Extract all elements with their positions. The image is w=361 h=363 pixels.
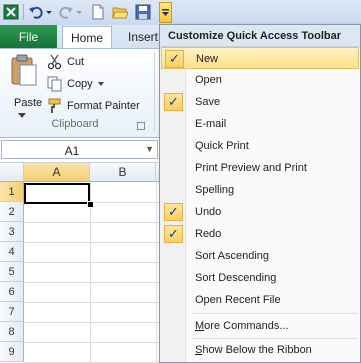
menu-item-label: Sort Descending — [195, 272, 277, 284]
chevron-down-icon[interactable]: ▼ — [145, 144, 154, 154]
menu-item-label: Print Preview and Print — [195, 162, 307, 174]
scissors-icon — [47, 54, 62, 70]
undo-dropdown-icon[interactable] — [45, 4, 53, 20]
menu-item-sort-descending[interactable]: Sort Descending — [161, 267, 359, 289]
tab-home[interactable]: Home — [62, 26, 112, 48]
paste-icon — [11, 54, 37, 86]
new-document-icon[interactable] — [90, 4, 106, 20]
dialog-launcher-icon[interactable] — [137, 122, 145, 130]
menu-item-label: Spelling — [195, 184, 235, 196]
menu-item-open[interactable]: Open — [161, 69, 359, 91]
name-box[interactable]: A1 ▼ — [1, 140, 158, 159]
menu-item-more-commands[interactable]: More Commands... — [161, 315, 359, 337]
checkmark-icon: ✓ — [165, 50, 184, 68]
toolbar-separator — [23, 4, 24, 20]
format-painter-label: Format Painter — [67, 100, 140, 112]
redo-dropdown-icon[interactable] — [75, 4, 83, 20]
excel-icon[interactable] — [3, 4, 19, 20]
menu-item-email[interactable]: E-mail — [161, 113, 359, 135]
dropdown-arrow-icon — [162, 9, 169, 16]
menu-item-show-below-ribbon[interactable]: Show Below the Ribbon — [161, 339, 359, 361]
menu-item-label: Sort Ascending — [195, 250, 269, 262]
menu-title: Customize Quick Access Toolbar — [160, 25, 360, 47]
menu-item-undo[interactable]: ✓ Undo — [161, 201, 359, 223]
quick-access-toolbar — [0, 0, 361, 26]
copy-button[interactable]: Copy — [47, 75, 104, 93]
clipboard-group-label: Clipboard — [51, 118, 99, 130]
tab-file[interactable]: File — [0, 25, 57, 48]
row-header[interactable]: 6 — [0, 282, 24, 302]
cut-label: Cut — [67, 56, 85, 68]
tab-insert[interactable]: Insert — [128, 30, 158, 44]
active-cell[interactable] — [24, 183, 90, 204]
redo-icon[interactable] — [58, 4, 74, 20]
menu-item-label: Quick Print — [195, 140, 249, 152]
checkmark-icon: ✓ — [164, 225, 183, 243]
column-header[interactable]: A — [24, 163, 90, 182]
menu-item-label: Show Below the Ribbon — [195, 344, 312, 356]
menu-item-quick-print[interactable]: Quick Print — [161, 135, 359, 157]
checkmark-icon: ✓ — [164, 93, 183, 111]
row-header[interactable]: 3 — [0, 222, 24, 242]
menu-item-label: Undo — [195, 206, 222, 218]
menu-item-label: Save — [195, 96, 221, 108]
menu-item-sort-ascending[interactable]: Sort Ascending — [161, 245, 359, 267]
customize-toolbar-button[interactable] — [159, 2, 172, 23]
row-header[interactable]: 8 — [0, 322, 24, 342]
save-icon[interactable] — [135, 4, 151, 20]
checkmark-icon: ✓ — [164, 203, 183, 221]
menu-item-new[interactable]: ✓ New — [161, 47, 359, 69]
row-header[interactable]: 9 — [0, 342, 24, 362]
row-header[interactable]: 2 — [0, 202, 24, 222]
copy-icon — [47, 76, 62, 92]
format-painter-button[interactable]: Format Painter — [47, 97, 140, 115]
row-header[interactable]: 5 — [0, 262, 24, 282]
paste-label: Paste — [14, 97, 43, 109]
menu-item-print-preview[interactable]: Print Preview and Print — [161, 157, 359, 179]
menu-item-redo[interactable]: ✓ Redo — [161, 223, 359, 245]
paste-button[interactable]: Paste — [4, 53, 43, 118]
grid-line — [90, 182, 91, 363]
menu-item-label: Redo — [195, 228, 222, 240]
chevron-down-icon[interactable] — [97, 81, 104, 87]
menu-item-label: Open Recent File — [195, 294, 281, 306]
name-box-value: A1 — [64, 144, 80, 158]
menu-item-label: New — [196, 53, 219, 65]
column-header[interactable]: B — [90, 163, 156, 182]
cut-button[interactable]: Cut — [47, 53, 84, 71]
menu-item-save[interactable]: ✓ Save — [161, 91, 359, 113]
fill-handle[interactable] — [87, 201, 94, 208]
customize-quick-access-menu: Customize Quick Access Toolbar ✓ New Ope… — [159, 24, 361, 363]
copy-label: Copy — [67, 78, 93, 90]
menu-item-open-recent-file[interactable]: Open Recent File — [161, 289, 359, 311]
menu-item-label: E-mail — [195, 118, 227, 130]
select-all-corner[interactable] — [0, 163, 24, 182]
undo-icon[interactable] — [28, 4, 44, 20]
row-header[interactable]: 7 — [0, 302, 24, 322]
open-folder-icon[interactable] — [112, 4, 128, 20]
group-separator — [154, 53, 155, 131]
paintbrush-icon — [48, 98, 61, 113]
menu-item-spelling[interactable]: Spelling — [161, 179, 359, 201]
menu-item-label: Open — [195, 74, 222, 86]
row-header[interactable]: 1 — [0, 182, 24, 202]
menu-separator — [192, 313, 358, 314]
grid-line — [156, 182, 157, 363]
menu-item-label: More Commands... — [195, 320, 289, 332]
row-header[interactable]: 4 — [0, 242, 24, 262]
